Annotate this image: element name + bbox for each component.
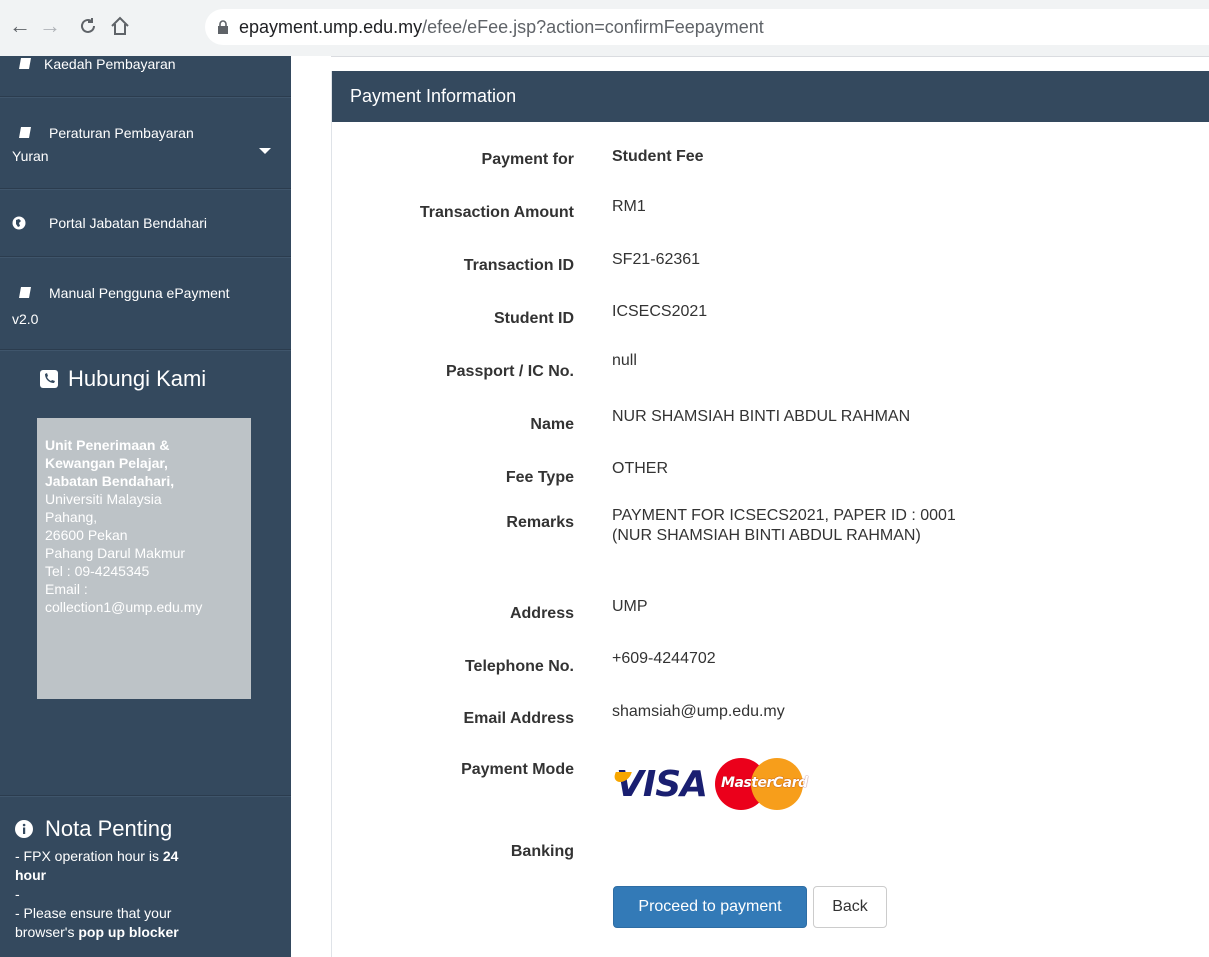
sidebar-divider bbox=[0, 795, 291, 796]
field-label: Remarks bbox=[506, 514, 574, 531]
field-label: Payment Mode bbox=[461, 761, 574, 778]
info-icon bbox=[15, 820, 33, 838]
back-arrow-icon[interactable]: ← bbox=[6, 12, 34, 40]
sidebar-item-portal-jabatan[interactable]: Portal Jabatan Bendahari bbox=[0, 188, 291, 257]
forward-arrow-icon[interactable]: → bbox=[36, 12, 64, 40]
payment-info-panel: Payment Information Payment for Student … bbox=[331, 71, 1209, 957]
sidebar-item-label: Manual Pengguna ePayment bbox=[49, 285, 230, 301]
contact-line: 26600 Pekan bbox=[45, 527, 128, 543]
sidebar-item-label: Peraturan Pembayaran bbox=[49, 125, 194, 141]
contact-line: Kewangan Pelajar, bbox=[45, 455, 168, 471]
field-value: Student Fee bbox=[612, 148, 704, 165]
field-label: Transaction ID bbox=[463, 257, 574, 274]
visa-logo[interactable]: VISA bbox=[612, 764, 708, 805]
field-value: +609-4244702 bbox=[612, 650, 716, 667]
field-value: UMP bbox=[612, 598, 648, 615]
contact-line: Email : bbox=[45, 581, 88, 597]
field-value: null bbox=[612, 352, 637, 369]
book-icon bbox=[18, 57, 32, 75]
globe-icon bbox=[12, 216, 26, 235]
field-label: Address bbox=[509, 605, 574, 622]
field-value: NUR SHAMSIAH BINTI ABDUL RAHMAN bbox=[612, 408, 911, 425]
sidebar-item-label: Kaedah Pembayaran bbox=[44, 56, 176, 72]
sidebar-item-peraturan-pembayaran[interactable]: Peraturan Pembayaran Yuran bbox=[0, 96, 291, 189]
field-label: Banking bbox=[510, 843, 574, 860]
sidebar-item-label: Portal Jabatan Bendahari bbox=[49, 215, 207, 231]
contact-line: Unit Penerimaan & bbox=[45, 437, 170, 453]
field-value: shamsiah@ump.edu.my bbox=[612, 703, 785, 720]
contact-email: collection1@ump.edu.my bbox=[45, 599, 203, 615]
content-gutter bbox=[291, 56, 331, 957]
field-label: Fee Type bbox=[505, 469, 574, 486]
field-label: Name bbox=[530, 416, 574, 433]
field-value: OTHER bbox=[612, 460, 668, 477]
contact-line: Jabatan Bendahari, bbox=[45, 473, 175, 489]
field-value: PAYMENT FOR ICSECS2021, PAPER ID : 0001 … bbox=[612, 507, 956, 544]
url-host: epayment.ump.edu.my bbox=[239, 16, 423, 37]
mastercard-logo[interactable]: MasterCard bbox=[715, 758, 808, 810]
sidebar-item-kaedah-pembayaran[interactable]: Kaedah Pembayaran bbox=[0, 56, 291, 97]
sidebar: Kaedah Pembayaran Peraturan Pembayaran Y… bbox=[0, 56, 291, 957]
lock-icon bbox=[217, 19, 229, 35]
url-path: /efee/eFee.jsp?action=confirmFeepayment bbox=[422, 16, 764, 37]
contact-address-box: Unit Penerimaan & Kewangan Pelajar, Jaba… bbox=[37, 418, 251, 699]
panel-title: Payment Information bbox=[332, 71, 1209, 122]
book-icon bbox=[18, 126, 32, 144]
field-label: Passport / IC No. bbox=[445, 363, 574, 380]
field-value: RM1 bbox=[612, 198, 646, 215]
contact-title: Hubungi Kami bbox=[40, 366, 206, 392]
book-icon bbox=[18, 286, 32, 304]
field-value: SF21-62361 bbox=[612, 251, 701, 268]
phone-icon bbox=[40, 370, 58, 388]
note-title: Nota Penting bbox=[15, 816, 172, 842]
payment-mode-options[interactable]: VISA MasterCard bbox=[612, 758, 808, 810]
home-icon[interactable] bbox=[106, 12, 134, 40]
field-label: Telephone No. bbox=[464, 658, 574, 675]
contact-line: Universiti Malaysia bbox=[45, 491, 162, 507]
back-button[interactable]: Back bbox=[813, 886, 887, 928]
field-label: Email Address bbox=[463, 710, 574, 727]
field-label: Payment for bbox=[481, 151, 574, 168]
field-label: Transaction Amount bbox=[419, 204, 574, 221]
contact-line: Pahang Darul Makmur bbox=[45, 545, 186, 561]
address-bar[interactable]: epayment.ump.edu.my/efee/eFee.jsp?action… bbox=[205, 9, 1209, 45]
field-value: ICSECS2021 bbox=[612, 303, 708, 320]
browser-toolbar: ← → epayment.ump.edu.my/efee/eFee.jsp?ac… bbox=[0, 0, 1209, 57]
caret-down-icon[interactable] bbox=[259, 148, 271, 154]
reload-icon[interactable] bbox=[74, 12, 102, 40]
proceed-to-payment-button[interactable]: Proceed to payment bbox=[613, 886, 807, 928]
contact-line: Tel : 09-4245345 bbox=[45, 563, 150, 579]
sidebar-item-manual-pengguna[interactable]: Manual Pengguna ePayment v2.0 bbox=[0, 256, 291, 350]
sidebar-item-label-cont: Yuran bbox=[12, 148, 49, 164]
note-text: - FPX operation hour is 24 hour - - Plea… bbox=[15, 848, 179, 940]
sidebar-item-label-cont: v2.0 bbox=[12, 311, 39, 327]
contact-line: Pahang, bbox=[45, 509, 98, 525]
field-label: Student ID bbox=[494, 310, 574, 327]
